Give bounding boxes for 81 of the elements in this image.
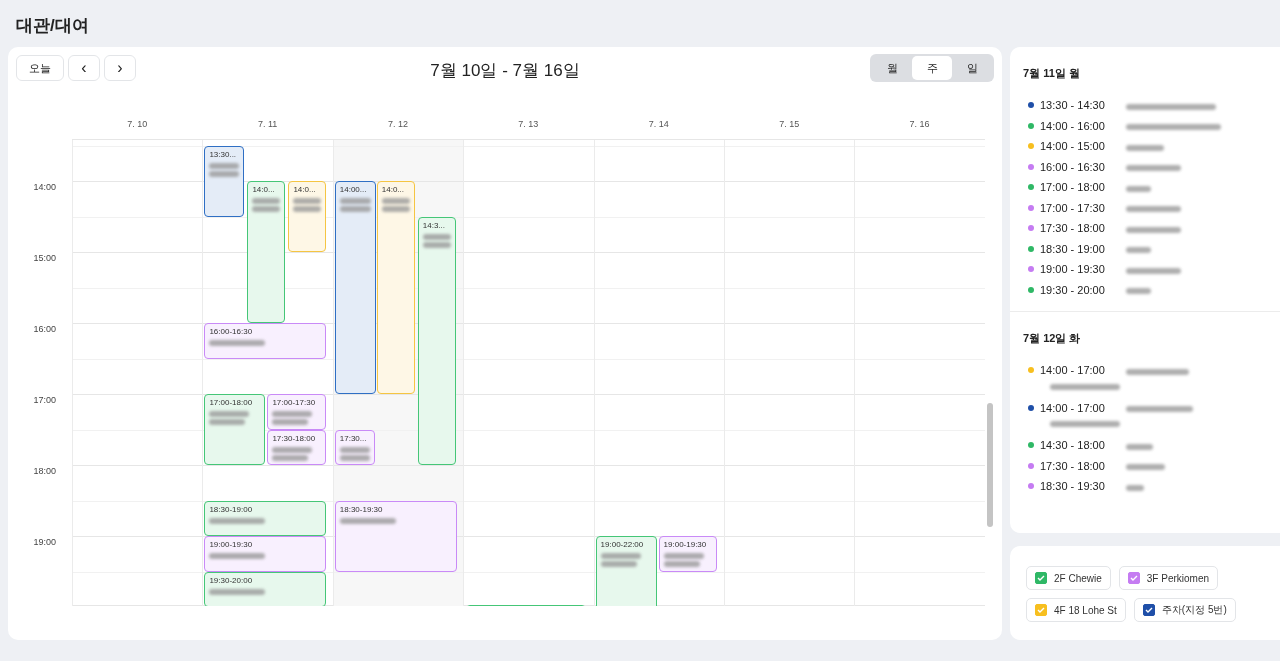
agenda-time: 19:30 - 20:00 (1040, 283, 1106, 296)
page-title: 대관/대여 (15, 15, 90, 37)
day-header: 7. 11 (256, 119, 279, 129)
agenda-time: 14:30 - 18:00 (1040, 439, 1106, 452)
agenda-time: 17:30 - 18:00 (1040, 222, 1106, 235)
event-block[interactable]: 14:3... (417, 216, 456, 466)
agenda-date: 7월 12일 화 (1023, 331, 1082, 346)
blurred-text (209, 588, 266, 595)
blurred-text (1126, 226, 1181, 233)
room-filter[interactable]: 주차(지정 5번) (1133, 598, 1236, 622)
event-block[interactable]: 19:00-19:30 (204, 536, 327, 572)
event-block[interactable]: 17:00-17:30 (267, 394, 327, 430)
event-block[interactable]: 19:00-22:00 (595, 536, 657, 606)
event-block[interactable]: 14:0... (288, 181, 327, 253)
today-button[interactable]: 오늘 (16, 55, 64, 81)
agenda-date: 7월 11일 월 (1023, 66, 1081, 81)
blurred-text (1126, 288, 1151, 295)
date-range: 7월 10일 - 7월 16일 (430, 61, 580, 80)
view-tab[interactable]: 일 (952, 56, 992, 80)
next-button[interactable]: › (104, 55, 136, 81)
blurred-text (1126, 464, 1165, 471)
event-block[interactable]: 13:30... (204, 145, 245, 217)
agenda-time: 14:00 - 15:00 (1040, 140, 1106, 153)
agenda-time: 13:30 - 14:30 (1040, 99, 1106, 112)
event-block[interactable]: 14:0... (376, 181, 415, 395)
day-header: 7. 12 (386, 119, 409, 129)
event-block[interactable]: 17:00-18:00 (204, 394, 266, 466)
checkbox[interactable] (1142, 604, 1155, 616)
scrollbar[interactable] (987, 403, 993, 527)
blurred-text (339, 517, 396, 524)
hour-label: 14:00 (33, 182, 56, 193)
agenda-time: 14:00 - 17:00 (1040, 401, 1106, 414)
hour-label: 17:00 (33, 395, 56, 406)
day-header: 7. 14 (647, 119, 670, 129)
checkbox[interactable] (1035, 572, 1047, 584)
room-filter[interactable]: 4F 18 Lohe St (1026, 598, 1126, 622)
hour-label: 15:00 (33, 253, 56, 264)
hour-label: 16:00 (33, 324, 56, 335)
event-block[interactable]: 14:00... (334, 181, 376, 395)
agenda-time: 18:30 - 19:30 (1040, 480, 1106, 493)
blurred-text (209, 553, 266, 560)
day-header: 7. 10 (126, 119, 149, 129)
agenda-time: 14:00 - 16:00 (1040, 119, 1106, 132)
blurred-text (1126, 443, 1153, 450)
blurred-text (1126, 267, 1181, 274)
agenda-time: 16:00 - 16:30 (1040, 160, 1106, 173)
day-header: 7. 13 (517, 119, 540, 129)
day-header: 7. 15 (778, 119, 801, 129)
room-filter[interactable]: 3F Perkiomen (1118, 566, 1219, 590)
view-tab[interactable]: 월 (872, 56, 912, 80)
event-block[interactable]: 18:30-19:00 (204, 500, 327, 537)
event-block[interactable]: 14:0... (247, 181, 286, 324)
event-block[interactable]: 19:30-20:00 (204, 571, 327, 606)
agenda-time: 18:30 - 19:00 (1040, 242, 1106, 255)
agenda-time: 17:00 - 18:00 (1040, 181, 1106, 194)
blurred-text (209, 340, 266, 347)
hour-label: 18:00 (33, 466, 56, 477)
blurred-text (209, 517, 266, 524)
blurred-text (1126, 484, 1144, 491)
prev-button[interactable]: ‹ (68, 55, 100, 81)
blurred-text (1126, 368, 1189, 375)
agenda-time: 17:00 - 17:30 (1040, 201, 1106, 214)
event-block[interactable]: 19:00-19:30 (658, 536, 717, 572)
blurred-text (1126, 247, 1151, 254)
blurred-text (1126, 144, 1164, 151)
agenda-time: 17:30 - 18:00 (1040, 459, 1106, 472)
event-block[interactable]: 17:30... (334, 429, 375, 466)
event-block[interactable]: 17:30-18:00 (267, 429, 327, 466)
blurred-text (1126, 185, 1151, 192)
view-tab[interactable]: 주 (912, 56, 952, 80)
checkbox[interactable] (1127, 572, 1140, 584)
agenda-time: 19:00 - 19:30 (1040, 263, 1106, 276)
blurred-text (1126, 165, 1181, 172)
room-filter[interactable]: 2F Chewie (1026, 566, 1111, 590)
day-header: 7. 16 (908, 119, 931, 129)
event-block[interactable]: 18:30-19:30 (334, 500, 457, 572)
event-block[interactable]: 16:00-16:30 (204, 323, 327, 359)
blurred-text (1126, 406, 1193, 413)
blurred-text (1126, 206, 1181, 213)
hour-label: 19:00 (33, 537, 56, 548)
agenda-time: 14:00 - 17:00 (1040, 364, 1106, 377)
